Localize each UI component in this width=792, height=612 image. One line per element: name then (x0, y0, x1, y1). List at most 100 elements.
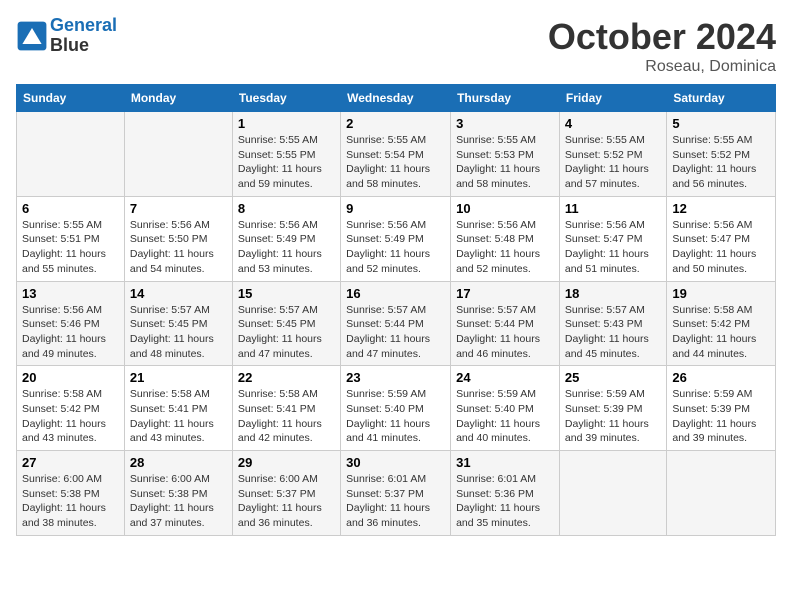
day-number: 31 (456, 455, 554, 470)
calendar-week-1: 1 Sunrise: 5:55 AM Sunset: 5:55 PM Daylig… (17, 112, 776, 197)
day-number: 30 (346, 455, 445, 470)
page-header: General Blue October 2024 Roseau, Domini… (16, 16, 776, 76)
day-info: Sunrise: 6:00 AM Sunset: 5:37 PM Dayligh… (238, 472, 335, 531)
calendar-cell: 20 Sunrise: 5:58 AM Sunset: 5:42 PM Dayli… (17, 366, 125, 451)
calendar-cell: 9 Sunrise: 5:56 AM Sunset: 5:49 PM Daylig… (341, 196, 451, 281)
calendar-cell: 10Sunrise: 5:56 AM Sunset: 5:48 PM Dayli… (451, 196, 560, 281)
calendar-cell: 28 Sunrise: 6:00 AM Sunset: 5:38 PM Dayli… (124, 451, 232, 536)
day-info: Sunrise: 5:55 AM Sunset: 5:52 PM Dayligh… (672, 133, 770, 192)
calendar-cell: 7 Sunrise: 5:56 AM Sunset: 5:50 PM Daylig… (124, 196, 232, 281)
day-info: Sunrise: 5:58 AM Sunset: 5:42 PM Dayligh… (22, 387, 119, 446)
logo-blue: Blue (50, 35, 89, 55)
header-wednesday: Wednesday (341, 85, 451, 112)
calendar-title-block: October 2024 Roseau, Dominica (548, 16, 776, 76)
calendar-cell (559, 451, 666, 536)
calendar-cell: 14 Sunrise: 5:57 AM Sunset: 5:45 PM Dayli… (124, 281, 232, 366)
day-number: 12 (672, 201, 770, 216)
day-number: 13 (22, 286, 119, 301)
calendar-week-2: 6 Sunrise: 5:55 AM Sunset: 5:51 PM Daylig… (17, 196, 776, 281)
day-number: 29 (238, 455, 335, 470)
day-number: 1 (238, 116, 335, 131)
calendar-subtitle: Roseau, Dominica (548, 58, 776, 76)
logo: General Blue (16, 16, 117, 56)
day-number: 8 (238, 201, 335, 216)
day-number: 19 (672, 286, 770, 301)
day-info: Sunrise: 5:56 AM Sunset: 5:46 PM Dayligh… (22, 303, 119, 362)
calendar-cell: 26 Sunrise: 5:59 AM Sunset: 5:39 PM Dayli… (667, 366, 776, 451)
day-info: Sunrise: 5:57 AM Sunset: 5:44 PM Dayligh… (346, 303, 445, 362)
calendar-week-5: 27 Sunrise: 6:00 AM Sunset: 5:38 PM Dayli… (17, 451, 776, 536)
header-monday: Monday (124, 85, 232, 112)
calendar-week-4: 20 Sunrise: 5:58 AM Sunset: 5:42 PM Dayli… (17, 366, 776, 451)
day-number: 28 (130, 455, 227, 470)
calendar-cell: 13 Sunrise: 5:56 AM Sunset: 5:46 PM Dayli… (17, 281, 125, 366)
day-number: 18 (565, 286, 661, 301)
day-number: 2 (346, 116, 445, 131)
day-info: Sunrise: 5:55 AM Sunset: 5:51 PM Dayligh… (22, 218, 119, 277)
day-number: 26 (672, 370, 770, 385)
day-info: Sunrise: 5:56 AM Sunset: 5:50 PM Dayligh… (130, 218, 227, 277)
calendar-cell: 18Sunrise: 5:57 AM Sunset: 5:43 PM Dayli… (559, 281, 666, 366)
calendar-cell (124, 112, 232, 197)
header-sunday: Sunday (17, 85, 125, 112)
day-number: 14 (130, 286, 227, 301)
calendar-cell: 31Sunrise: 6:01 AM Sunset: 5:36 PM Dayli… (451, 451, 560, 536)
day-info: Sunrise: 5:57 AM Sunset: 5:45 PM Dayligh… (130, 303, 227, 362)
calendar-cell: 27 Sunrise: 6:00 AM Sunset: 5:38 PM Dayli… (17, 451, 125, 536)
day-number: 24 (456, 370, 554, 385)
day-number: 3 (456, 116, 554, 131)
day-info: Sunrise: 6:00 AM Sunset: 5:38 PM Dayligh… (130, 472, 227, 531)
calendar-cell: 25 Sunrise: 5:59 AM Sunset: 5:39 PM Dayli… (559, 366, 666, 451)
day-number: 7 (130, 201, 227, 216)
day-number: 17 (456, 286, 554, 301)
calendar-cell: 1 Sunrise: 5:55 AM Sunset: 5:55 PM Daylig… (232, 112, 340, 197)
calendar-cell: 29 Sunrise: 6:00 AM Sunset: 5:37 PM Dayli… (232, 451, 340, 536)
day-info: Sunrise: 5:58 AM Sunset: 5:41 PM Dayligh… (130, 387, 227, 446)
day-info: Sunrise: 5:55 AM Sunset: 5:54 PM Dayligh… (346, 133, 445, 192)
header-thursday: Thursday (451, 85, 560, 112)
calendar-cell: 8Sunrise: 5:56 AM Sunset: 5:49 PM Daylig… (232, 196, 340, 281)
day-info: Sunrise: 5:59 AM Sunset: 5:39 PM Dayligh… (672, 387, 770, 446)
calendar-header-row: SundayMondayTuesdayWednesdayThursdayFrid… (17, 85, 776, 112)
day-number: 4 (565, 116, 661, 131)
calendar-cell (17, 112, 125, 197)
day-info: Sunrise: 5:56 AM Sunset: 5:47 PM Dayligh… (672, 218, 770, 277)
day-number: 15 (238, 286, 335, 301)
calendar-cell: 23Sunrise: 5:59 AM Sunset: 5:40 PM Dayli… (341, 366, 451, 451)
day-number: 21 (130, 370, 227, 385)
day-number: 25 (565, 370, 661, 385)
day-info: Sunrise: 6:00 AM Sunset: 5:38 PM Dayligh… (22, 472, 119, 531)
header-tuesday: Tuesday (232, 85, 340, 112)
day-info: Sunrise: 5:58 AM Sunset: 5:41 PM Dayligh… (238, 387, 335, 446)
header-saturday: Saturday (667, 85, 776, 112)
day-info: Sunrise: 5:59 AM Sunset: 5:40 PM Dayligh… (346, 387, 445, 446)
calendar-cell: 3 Sunrise: 5:55 AM Sunset: 5:53 PM Daylig… (451, 112, 560, 197)
day-number: 20 (22, 370, 119, 385)
day-info: Sunrise: 5:58 AM Sunset: 5:42 PM Dayligh… (672, 303, 770, 362)
day-number: 11 (565, 201, 661, 216)
calendar-cell: 24 Sunrise: 5:59 AM Sunset: 5:40 PM Dayli… (451, 366, 560, 451)
day-number: 27 (22, 455, 119, 470)
day-info: Sunrise: 5:55 AM Sunset: 5:55 PM Dayligh… (238, 133, 335, 192)
day-info: Sunrise: 5:56 AM Sunset: 5:48 PM Dayligh… (456, 218, 554, 277)
calendar-cell: 11 Sunrise: 5:56 AM Sunset: 5:47 PM Dayli… (559, 196, 666, 281)
day-info: Sunrise: 5:55 AM Sunset: 5:52 PM Dayligh… (565, 133, 661, 192)
day-number: 5 (672, 116, 770, 131)
calendar-cell (667, 451, 776, 536)
calendar-title: October 2024 (548, 16, 776, 58)
day-info: Sunrise: 5:59 AM Sunset: 5:40 PM Dayligh… (456, 387, 554, 446)
calendar-week-3: 13 Sunrise: 5:56 AM Sunset: 5:46 PM Dayli… (17, 281, 776, 366)
calendar-cell: 16Sunrise: 5:57 AM Sunset: 5:44 PM Dayli… (341, 281, 451, 366)
day-number: 22 (238, 370, 335, 385)
day-info: Sunrise: 5:59 AM Sunset: 5:39 PM Dayligh… (565, 387, 661, 446)
header-friday: Friday (559, 85, 666, 112)
calendar-table: SundayMondayTuesdayWednesdayThursdayFrid… (16, 84, 776, 536)
day-number: 6 (22, 201, 119, 216)
day-info: Sunrise: 5:57 AM Sunset: 5:45 PM Dayligh… (238, 303, 335, 362)
calendar-cell: 15 Sunrise: 5:57 AM Sunset: 5:45 PM Dayli… (232, 281, 340, 366)
day-info: Sunrise: 5:56 AM Sunset: 5:49 PM Dayligh… (346, 218, 445, 277)
calendar-cell: 21 Sunrise: 5:58 AM Sunset: 5:41 PM Dayli… (124, 366, 232, 451)
day-number: 9 (346, 201, 445, 216)
day-info: Sunrise: 5:55 AM Sunset: 5:53 PM Dayligh… (456, 133, 554, 192)
day-info: Sunrise: 5:56 AM Sunset: 5:47 PM Dayligh… (565, 218, 661, 277)
